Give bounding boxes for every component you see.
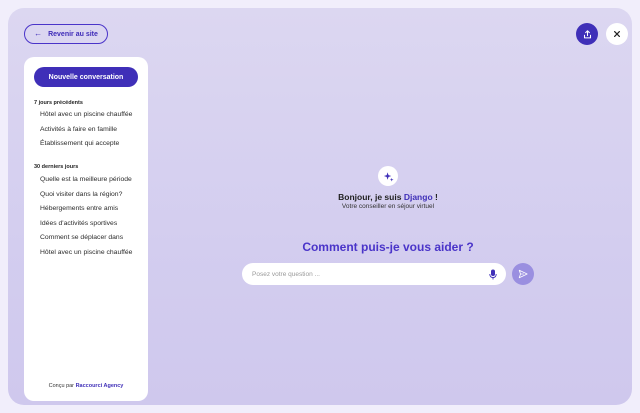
footer-prefix: Conçu par	[48, 383, 75, 389]
question-input-box	[242, 263, 506, 285]
chat-headline: Comment puis-je vous aider ?	[302, 240, 474, 254]
send-icon	[518, 269, 528, 279]
sidebar-footer: Conçu par Raccourci Agency	[24, 383, 148, 389]
section-title-7-days: 7 jours précédents	[34, 100, 83, 106]
assistant-subtitle: Votre conseiller en séjour virtuel	[341, 203, 435, 210]
microphone-icon	[489, 269, 497, 279]
send-button[interactable]	[512, 263, 534, 285]
conversation-item[interactable]: Hôtel avec un piscine chauffée	[40, 246, 134, 261]
share-icon	[583, 29, 591, 38]
greeting-suffix: !	[432, 192, 438, 202]
conversation-item[interactable]: Comment se déplacer dans	[40, 231, 134, 246]
arrow-left-icon: ←	[34, 29, 43, 38]
conversation-item[interactable]: Idées d'activités sportives	[40, 217, 134, 232]
back-to-site-label: Revenir au site	[48, 30, 98, 38]
close-button[interactable]	[606, 23, 628, 45]
conversation-item[interactable]: Quelle est la meilleure période	[40, 173, 134, 188]
assistant-greeting: Bonjour, je suis Django !	[308, 192, 468, 202]
conversation-item[interactable]: Hôtel avec un piscine chauffée	[40, 108, 134, 123]
question-input[interactable]	[250, 269, 488, 279]
conversation-list-7-days: Hôtel avec un piscine chauffée Activités…	[40, 108, 134, 152]
conversation-list-30-days: Quelle est la meilleure période Quoi vis…	[40, 173, 134, 260]
section-title-30-days: 30 derniers jours	[34, 164, 79, 170]
footer-brand-link[interactable]: Raccourci Agency	[76, 383, 124, 389]
sparkles-icon	[383, 171, 394, 182]
conversation-item[interactable]: Hébergements entre amis	[40, 202, 134, 217]
conversation-item[interactable]: Quoi visiter dans la région?	[40, 188, 134, 203]
conversation-item[interactable]: Établissement qui accepte	[40, 137, 134, 152]
greeting-prefix: Bonjour, je suis	[338, 192, 402, 202]
conversation-sidebar: Nouvelle conversation 7 jours précédents…	[24, 57, 148, 401]
share-button[interactable]	[576, 23, 598, 45]
assistant-intro: Bonjour, je suis Django ! Votre conseill…	[308, 166, 468, 210]
assistant-name: Django	[403, 192, 433, 202]
back-to-site-button[interactable]: ← Revenir au site	[24, 24, 108, 44]
app-frame: ← Revenir au site Nouvelle conversation …	[8, 8, 632, 405]
close-icon	[614, 31, 620, 37]
conversation-item[interactable]: Activités à faire en famille	[40, 123, 134, 138]
new-conversation-button[interactable]: Nouvelle conversation	[34, 67, 138, 87]
microphone-button[interactable]	[488, 268, 498, 280]
top-actions	[576, 23, 628, 45]
assistant-avatar	[378, 166, 398, 186]
